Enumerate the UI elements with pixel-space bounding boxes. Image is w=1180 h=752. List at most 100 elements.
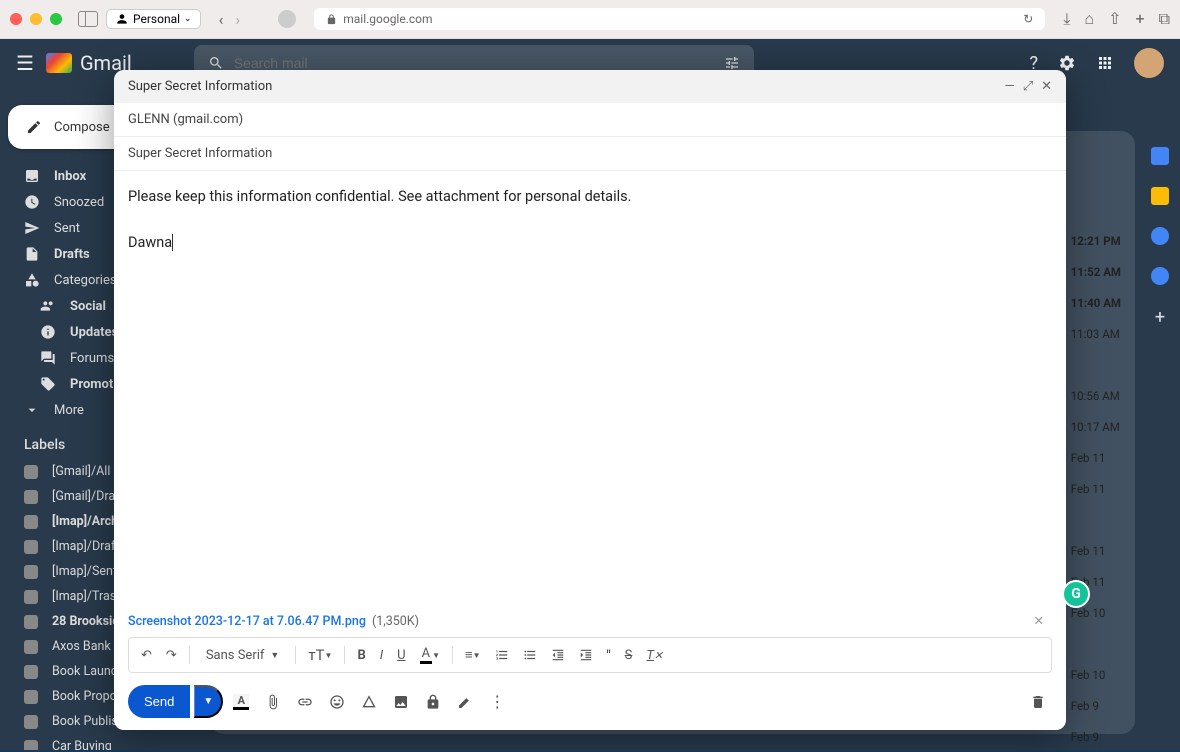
minimize-compose-icon[interactable]: — (1005, 79, 1015, 94)
discard-draft-icon[interactable] (1024, 688, 1052, 716)
insert-signature-icon[interactable] (451, 688, 479, 716)
label-text: Axos Bank (52, 639, 111, 654)
compose-button[interactable]: Compose (8, 105, 128, 149)
sidebar-toggle-button[interactable] (78, 11, 98, 27)
forward-button[interactable]: › (235, 10, 240, 29)
email-time: Feb 9 (1071, 690, 1121, 721)
label-text: [Imap]/Sent (52, 564, 117, 579)
underline-button[interactable]: U (391, 644, 411, 667)
format-toolbar: ↶ ↷ Sans Serif▼ тT ▼ B I U A ▼ ≡ ▼ " S T… (128, 637, 1052, 673)
keep-app-icon[interactable] (1151, 187, 1169, 205)
bold-button[interactable]: B (351, 644, 371, 667)
text-color-button[interactable]: A ▼ (414, 642, 446, 668)
calendar-app-icon[interactable] (1151, 147, 1169, 165)
minimize-window-button[interactable] (30, 13, 42, 25)
remove-attachment-icon[interactable]: ✕ (1026, 613, 1052, 629)
email-time: Feb 11 (1071, 442, 1121, 473)
add-app-icon[interactable]: + (1155, 307, 1165, 328)
body-line-1: Please keep this information confidentia… (128, 185, 1052, 208)
grammarly-floating-icon[interactable]: G (1062, 580, 1090, 608)
pencil-icon (26, 119, 42, 135)
new-tab-icon[interactable]: + (1135, 9, 1144, 29)
close-window-button[interactable] (10, 13, 22, 25)
subject-value: Super Secret Information (128, 146, 272, 161)
tune-icon[interactable] (724, 55, 740, 71)
compose-body[interactable]: Please keep this information confidentia… (114, 171, 1066, 605)
clock-icon (24, 194, 40, 210)
profile-selector[interactable]: Personal ⌄ (106, 9, 201, 29)
send-options-button[interactable]: ▼ (194, 685, 223, 718)
label-text: Car Buying (52, 739, 112, 750)
expand-compose-icon[interactable]: ⤢ (1023, 79, 1033, 94)
unordered-list-button[interactable] (517, 644, 543, 666)
people-icon (40, 298, 56, 314)
contacts-app-icon[interactable] (1151, 267, 1169, 285)
align-button[interactable]: ≡ ▼ (459, 643, 487, 667)
file-icon (24, 246, 40, 262)
address-bar[interactable]: mail.google.com ↻ (314, 8, 1045, 30)
email-time: Feb 9 (1071, 721, 1121, 752)
to-field[interactable]: GLENN (gmail.com) (114, 103, 1066, 137)
text-format-icon[interactable]: A (227, 688, 255, 716)
back-button[interactable]: ‹ (219, 10, 224, 29)
url-text: mail.google.com (343, 12, 432, 26)
email-time: 11:03 AM (1071, 318, 1121, 349)
insert-link-icon[interactable] (291, 688, 319, 716)
indent-less-button[interactable] (545, 644, 571, 666)
download-icon[interactable]: ⤓ (1063, 9, 1070, 29)
confidential-mode-icon[interactable] (419, 688, 447, 716)
sidebar-item-label: More (54, 403, 84, 418)
menu-button[interactable]: ☰ (16, 51, 34, 75)
ordered-list-button[interactable] (489, 644, 515, 666)
tabs-icon[interactable]: ⧉ (1159, 9, 1170, 29)
attachment-chip[interactable]: Screenshot 2023-12-17 at 7.06.47 PM.png … (114, 605, 1066, 637)
reload-icon[interactable]: ↻ (1023, 12, 1033, 26)
inbox-icon (24, 168, 40, 184)
insert-emoji-icon[interactable] (323, 688, 351, 716)
clear-format-button[interactable]: T✕ (640, 644, 669, 667)
label-color-icon (24, 640, 38, 654)
sent-icon (24, 220, 40, 236)
email-time (1071, 628, 1121, 659)
label-text: [Imap]/Trash (52, 589, 123, 604)
close-compose-icon[interactable]: ✕ (1041, 79, 1052, 94)
home-icon[interactable]: ⌂ (1084, 9, 1094, 29)
apps-icon[interactable] (1096, 54, 1114, 72)
body-signature: Dawna (128, 234, 172, 251)
email-time: 12:21 PM (1071, 225, 1121, 256)
tasks-app-icon[interactable] (1151, 227, 1169, 245)
insert-image-icon[interactable] (387, 688, 415, 716)
email-time: Feb 10 (1071, 659, 1121, 690)
more-options-icon[interactable]: ⋮ (483, 686, 511, 717)
label-color-icon (24, 615, 38, 629)
compose-dialog-header[interactable]: Super Secret Information — ⤢ ✕ (114, 70, 1066, 103)
right-rail: + (1140, 97, 1180, 750)
subject-field[interactable]: Super Secret Information (114, 137, 1066, 171)
compose-label: Compose (54, 120, 110, 135)
insert-drive-icon[interactable] (355, 688, 383, 716)
tag-icon (40, 376, 56, 392)
attach-file-icon[interactable] (259, 688, 287, 716)
maximize-window-button[interactable] (50, 13, 62, 25)
account-avatar[interactable] (1134, 48, 1164, 78)
sidebar-item-label: Sent (54, 221, 80, 236)
undo-button[interactable]: ↶ (135, 644, 158, 667)
font-select[interactable]: Sans Serif▼ (196, 644, 290, 667)
send-button[interactable]: Send (128, 685, 190, 718)
strikethrough-button[interactable]: S (619, 644, 639, 667)
label-item[interactable]: Car Buying (0, 734, 200, 750)
sidebar-item-label: Snoozed (54, 195, 104, 210)
email-time (1071, 349, 1121, 380)
settings-icon[interactable] (1058, 54, 1076, 72)
search-input[interactable] (234, 55, 714, 71)
redo-button[interactable]: ↷ (160, 644, 183, 667)
quote-button[interactable]: " (601, 644, 617, 667)
sidebar-item-label: Categories (54, 273, 117, 288)
to-value: GLENN (gmail.com) (128, 112, 243, 127)
category-icon (24, 272, 40, 288)
indent-more-button[interactable] (573, 644, 599, 666)
font-size-button[interactable]: тT ▼ (302, 642, 338, 668)
italic-button[interactable]: I (374, 644, 389, 667)
grammarly-extension-icon[interactable] (278, 10, 296, 28)
share-icon[interactable]: ⇧ (1108, 9, 1121, 29)
